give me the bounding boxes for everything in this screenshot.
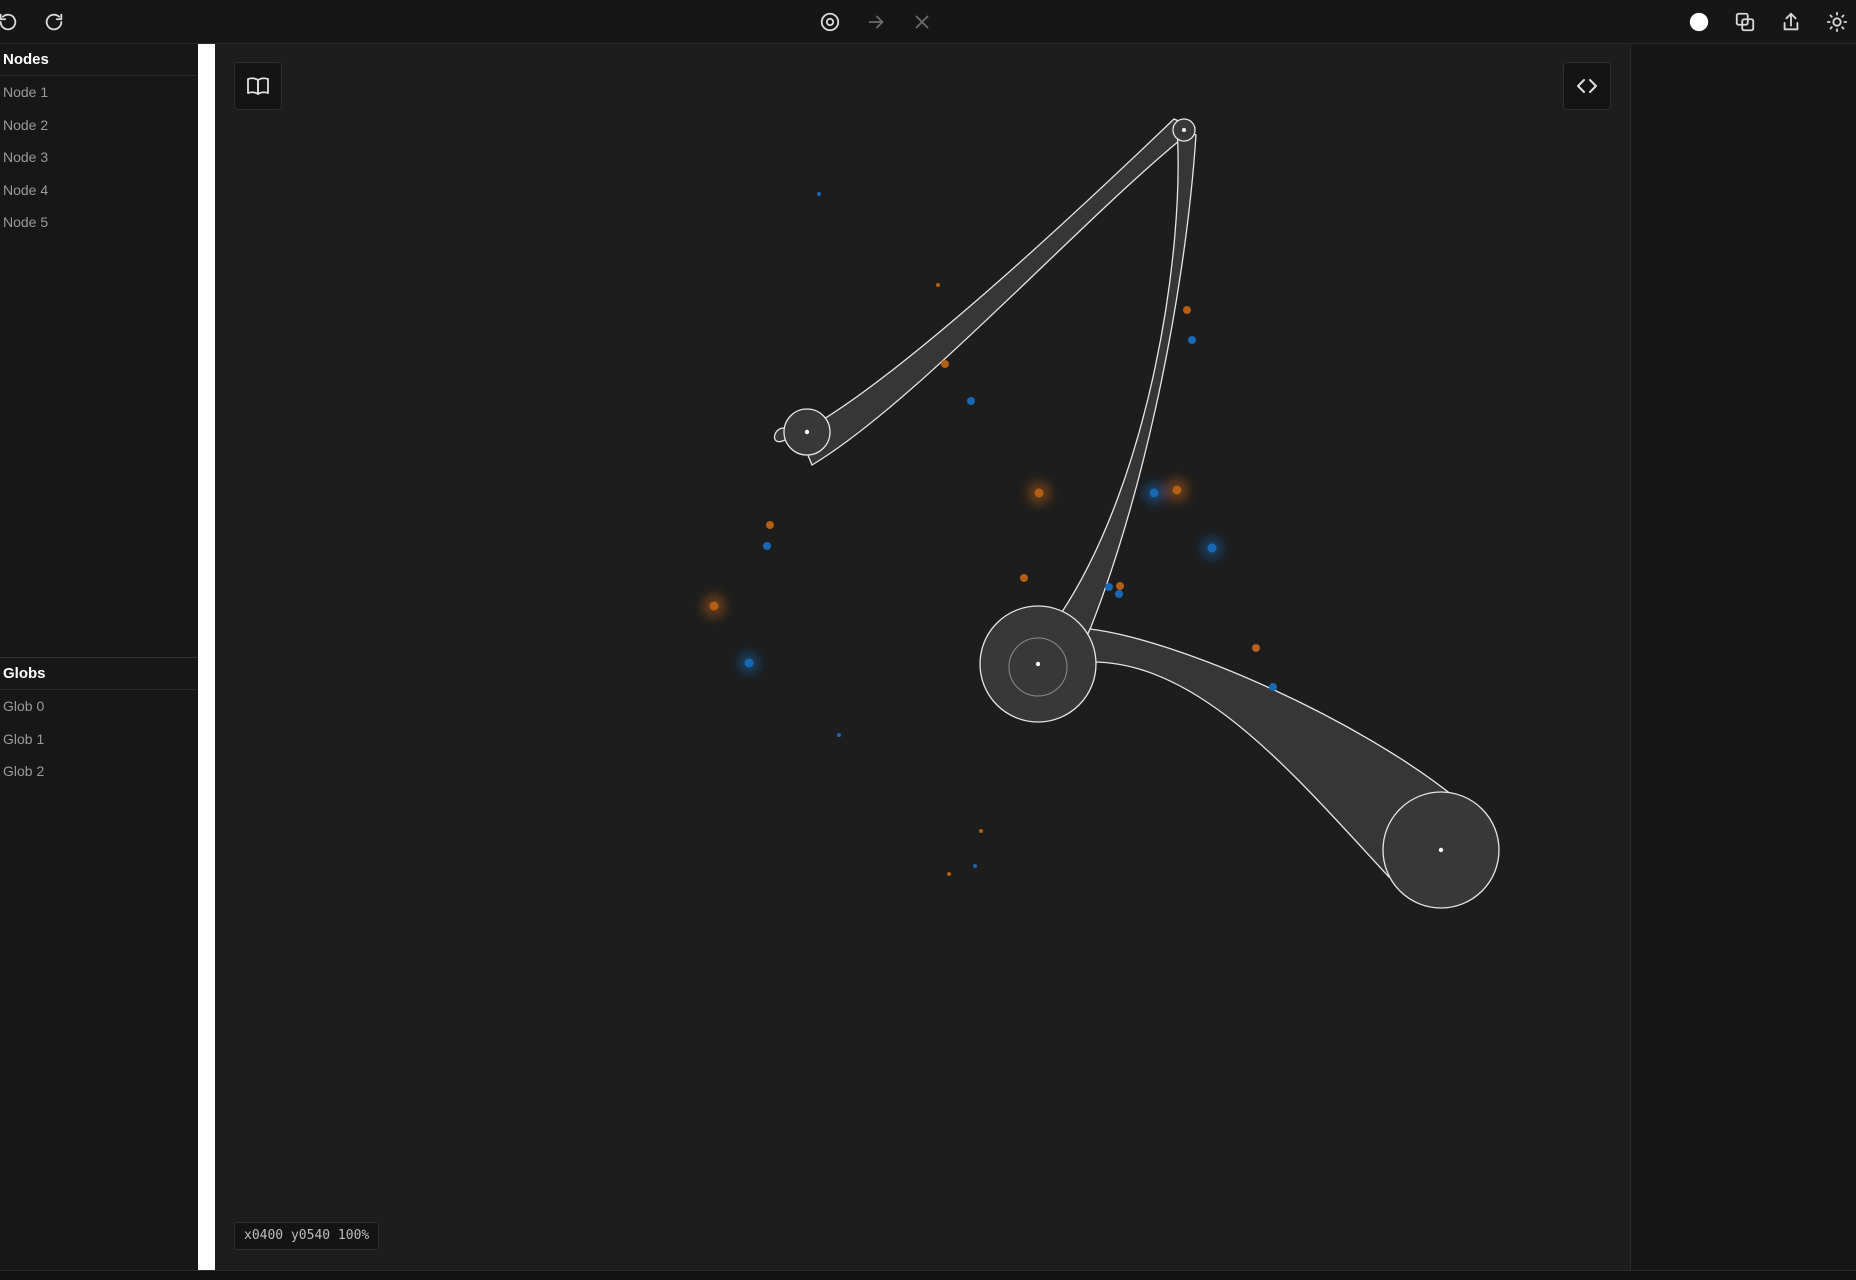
sun-icon [1826,11,1848,33]
node-item[interactable]: Node 2 [0,109,196,141]
theme-button[interactable] [1821,6,1853,38]
particle-blue [967,397,975,405]
particle-blue [973,864,977,868]
glob-item[interactable]: Glob 2 [0,755,196,787]
particle-orange [766,521,774,529]
copy-button[interactable] [1729,6,1761,38]
particle-orange [709,601,719,611]
glob-item[interactable]: Glob 0 [0,690,196,722]
book-icon [247,77,269,95]
node-1-center [804,429,810,435]
particle-blue [1105,583,1113,591]
particle-orange [1172,485,1182,495]
coordinates-readout: x0400 y0540 100% [234,1222,380,1250]
right-panel [1630,44,1856,1270]
copy-icon [1735,12,1755,32]
undo-icon [0,13,17,31]
particle-orange [1116,582,1124,590]
particle-blue [817,192,821,196]
arrow-right-icon [868,15,884,29]
sidebar: Nodes Node 1 Node 2 Node 3 Node 4 Node 5… [0,44,215,1270]
particle-blue [1115,590,1123,598]
glob-item[interactable]: Glob 1 [0,723,196,755]
canvas[interactable]: x0400 y0540 100% [215,44,1630,1270]
node-4-center [1438,847,1444,853]
particle-orange [941,360,949,368]
close-button[interactable] [906,6,938,38]
particle-blue [744,658,754,668]
particle-blue [1207,543,1217,553]
redo-icon [45,13,63,31]
node-2-center [1182,128,1186,132]
particle-orange [1183,306,1191,314]
particle-orange [947,872,951,876]
node-3-center [1035,661,1041,667]
particle-blue [763,542,771,550]
next-button[interactable] [860,6,892,38]
share-icon [1783,12,1799,31]
particle-orange [1020,574,1028,582]
book-button[interactable] [234,62,282,110]
scene [702,118,1500,909]
glob-0[interactable] [773,118,1196,466]
undo-button[interactable] [0,6,24,38]
bottom-bar [0,1270,1856,1280]
globs-header: Globs [0,658,196,690]
toolbar [0,0,1856,44]
particle-blue [1149,488,1159,498]
particle-blue [1269,683,1277,691]
node-item[interactable]: Node 4 [0,174,196,206]
focus-button[interactable] [814,6,846,38]
close-icon [915,15,929,29]
node-item[interactable]: Node 5 [0,206,196,238]
particle-orange [1034,488,1044,498]
particle-orange [1252,644,1260,652]
code-button[interactable] [1563,62,1611,110]
circle-icon [1689,12,1709,32]
share-button[interactable] [1775,6,1807,38]
node-item[interactable]: Node 1 [0,76,196,108]
particle-orange [936,283,940,287]
color-button[interactable] [1683,6,1715,38]
code-icon [1577,79,1597,93]
particle-blue [837,733,841,737]
nodes-header: Nodes [0,44,196,76]
node-item[interactable]: Node 3 [0,141,196,173]
target-icon [820,12,840,32]
sidebar-resize-handle[interactable] [198,44,215,1270]
particle-blue [1188,336,1196,344]
particle-orange [979,829,983,833]
redo-button[interactable] [38,6,70,38]
